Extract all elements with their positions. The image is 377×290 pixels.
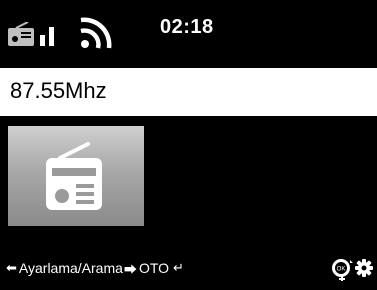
settings-gear-icon[interactable] [355, 259, 373, 277]
frequency-bar: 87.55Mhz [0, 68, 377, 116]
station-art [8, 126, 144, 226]
ok-button-icon[interactable]: OK [330, 256, 354, 282]
clock: 02:18 [160, 16, 214, 38]
hint-bar: ⬅ Ayarlama/Arama ⮕ OTO ↵ [6, 256, 186, 280]
status-bar: 02:18 [0, 0, 377, 68]
auto-label: OTO [138, 260, 170, 276]
left-arrow-icon: ⬅ [6, 260, 17, 275]
frequency-display: 87.55Mhz [10, 78, 107, 103]
enter-icon: ↵ [173, 260, 184, 275]
signal-bars-icon [40, 27, 54, 46]
radio-icon [46, 142, 102, 210]
wifi-icon [80, 17, 112, 49]
right-arrow-icon: ⮕ [123, 261, 137, 277]
ok-label: OK [337, 267, 346, 273]
radio-icon [8, 22, 34, 46]
tuning-label: Ayarlama/Arama [18, 260, 123, 276]
